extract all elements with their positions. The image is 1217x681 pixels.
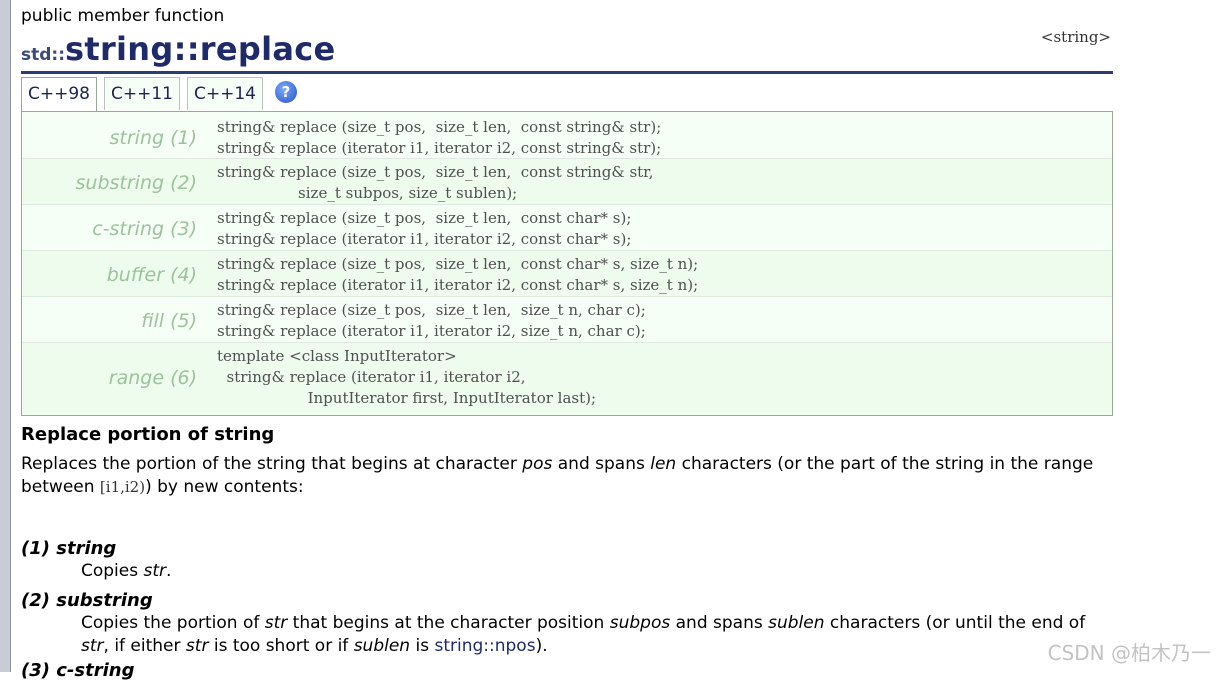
text: ). xyxy=(535,636,548,656)
prototype-code: string& replace (size_t pos, size_t len,… xyxy=(217,209,632,248)
param-sublen: sublen xyxy=(768,613,825,633)
member-kind-label: public member function xyxy=(21,6,225,26)
prototype-code: string& replace (size_t pos, size_t len,… xyxy=(217,255,699,294)
prototype-label: range (6) xyxy=(108,367,197,389)
text: Copies the portion of xyxy=(81,613,265,633)
help-icon[interactable]: ? xyxy=(275,81,297,103)
text: that begins at the character position xyxy=(287,613,610,633)
watermark: CSDN @柏木乃一 xyxy=(1047,641,1211,665)
tab-cpp11[interactable]: C++11 xyxy=(104,77,180,110)
param-str: str xyxy=(185,636,209,656)
npos-link[interactable]: string::npos xyxy=(434,636,535,656)
prototype-row-substring: substring (2) string& replace (size_t po… xyxy=(22,159,1112,205)
prototype-code: string& replace (size_t pos, size_t len,… xyxy=(217,118,662,157)
item-heading-c-string: (3) c-string xyxy=(21,660,135,681)
text: and spans xyxy=(670,613,769,633)
page-title: std::string::replace xyxy=(21,30,336,68)
prototype-row-c-string: c-string (3) string& replace (size_t pos… xyxy=(22,205,1112,251)
tab-cpp98[interactable]: C++98 xyxy=(21,77,97,113)
text: Copies xyxy=(81,561,144,581)
text: , if either xyxy=(103,636,186,656)
title-function-name: string::replace xyxy=(65,30,336,68)
prototype-code: string& replace (size_t pos, size_t len,… xyxy=(217,163,654,202)
text: is xyxy=(410,636,435,656)
text: . xyxy=(166,561,172,581)
param-str: str xyxy=(143,561,167,581)
item-description-string: Copies str. xyxy=(81,560,1111,583)
param-sublen: sublen xyxy=(353,636,411,656)
param-str: str xyxy=(264,613,288,633)
text: and spans xyxy=(552,454,651,474)
title-rule xyxy=(21,71,1113,74)
section-title: Replace portion of string xyxy=(21,424,275,445)
tab-cpp14[interactable]: C++14 xyxy=(187,77,263,110)
prototype-label: fill (5) xyxy=(141,310,197,332)
prototype-label: string (1) xyxy=(109,127,198,149)
header-reference-link[interactable]: <string> xyxy=(1041,28,1111,46)
item-heading-string: (1) string xyxy=(21,538,117,559)
title-namespace: std:: xyxy=(21,45,66,65)
prototype-row-string: string (1) string& replace (size_t pos, … xyxy=(22,112,1112,159)
prototype-label: c-string (3) xyxy=(92,218,197,240)
item-heading-substring: (2) substring xyxy=(21,590,153,611)
prototype-row-buffer: buffer (4) string& replace (size_t pos, … xyxy=(22,251,1112,297)
iterator-range: [i1,i2) xyxy=(99,478,146,496)
prototype-code: template <class InputIterator> string& r… xyxy=(217,347,597,407)
prototype-label: substring (2) xyxy=(75,172,198,194)
prototype-table: string (1) string& replace (size_t pos, … xyxy=(21,111,1113,416)
text: Replaces the portion of the string that … xyxy=(21,454,523,474)
text: is too short or if xyxy=(208,636,354,656)
text: characters (or until the end of xyxy=(824,613,1086,633)
item-description-substring: Copies the portion of str that begins at… xyxy=(81,612,1111,658)
text: ) by new contents: xyxy=(145,477,304,497)
prototype-label: buffer (4) xyxy=(106,264,197,286)
description-paragraph: Replaces the portion of the string that … xyxy=(21,453,1111,499)
param-str: str xyxy=(81,636,104,656)
prototype-row-fill: fill (5) string& replace (size_t pos, si… xyxy=(22,297,1112,343)
param-subpos: subpos xyxy=(609,613,671,633)
param-pos: pos xyxy=(522,454,553,474)
left-window-edge xyxy=(0,0,11,672)
prototype-code: string& replace (size_t pos, size_t len,… xyxy=(217,301,646,340)
prototype-row-range: range (6) template <class InputIterator>… xyxy=(22,343,1112,415)
param-len: len xyxy=(650,454,677,474)
